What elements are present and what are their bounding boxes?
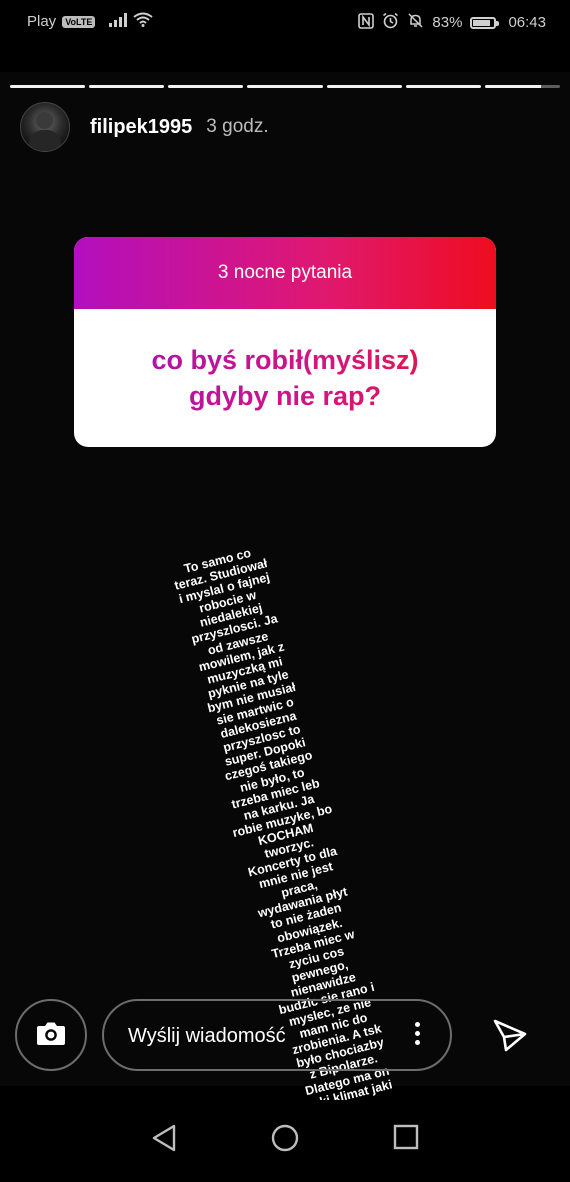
story-progress-segment	[168, 85, 244, 88]
question-sticker-body: co byś robił(myślisz) gdyby nie rap?	[74, 309, 496, 447]
story-progress-segment	[405, 85, 481, 88]
nfc-icon	[358, 12, 375, 33]
story-viewer[interactable]: filipek1995 3 godz. 3 nocne pytania co b…	[0, 72, 570, 1117]
status-right: 83% 06:43	[358, 12, 546, 33]
home-circle-icon[interactable]	[271, 1124, 299, 1157]
battery-icon	[470, 16, 500, 29]
send-icon[interactable]	[492, 1017, 528, 1058]
recents-square-icon[interactable]	[393, 1124, 419, 1155]
username[interactable]: filipek1995	[90, 116, 192, 139]
story-header: filipek1995 3 godz.	[20, 102, 269, 152]
story-progress-segment	[247, 85, 323, 88]
carrier-name: Play	[27, 13, 57, 30]
more-vertical-icon[interactable]	[415, 1022, 420, 1049]
story-progress-segment	[326, 85, 402, 88]
alarm-icon	[382, 12, 399, 33]
question-header-text: 3 nocne pytania	[217, 262, 353, 283]
reply-field[interactable]: Wyślij wiadomość	[102, 999, 452, 1071]
reply-input-placeholder[interactable]: Wyślij wiadomość	[128, 1025, 286, 1048]
status-left: Play VoLTE	[27, 12, 153, 31]
question-sticker: 3 nocne pytania co byś robił(myślisz) gd…	[74, 237, 496, 447]
story-progress-segment	[484, 85, 560, 88]
story-progress-bar	[10, 85, 560, 88]
avatar[interactable]	[20, 102, 70, 152]
battery-level	[473, 19, 491, 26]
question-line-1: co byś robił(myślisz)	[151, 345, 419, 375]
status-bar: Play VoLTE 83% 06:43	[0, 0, 570, 44]
system-nav-bar	[0, 1100, 570, 1182]
story-progress-segment	[10, 85, 86, 88]
camera-icon	[36, 1020, 66, 1051]
question-sticker-header: 3 nocne pytania	[74, 237, 496, 309]
question-line-2: gdyby nie rap?	[188, 381, 382, 411]
signal-icon	[109, 12, 128, 31]
mute-bell-icon	[407, 12, 424, 33]
battery-percent: 83%	[432, 14, 463, 31]
story-timestamp: 3 godz.	[206, 116, 269, 137]
back-triangle-icon[interactable]	[151, 1124, 177, 1157]
story-progress-segment	[89, 85, 165, 88]
camera-button[interactable]	[15, 999, 87, 1071]
wifi-icon	[133, 12, 153, 31]
volte-badge: VoLTE	[62, 15, 96, 28]
clock: 06:43	[508, 14, 546, 31]
